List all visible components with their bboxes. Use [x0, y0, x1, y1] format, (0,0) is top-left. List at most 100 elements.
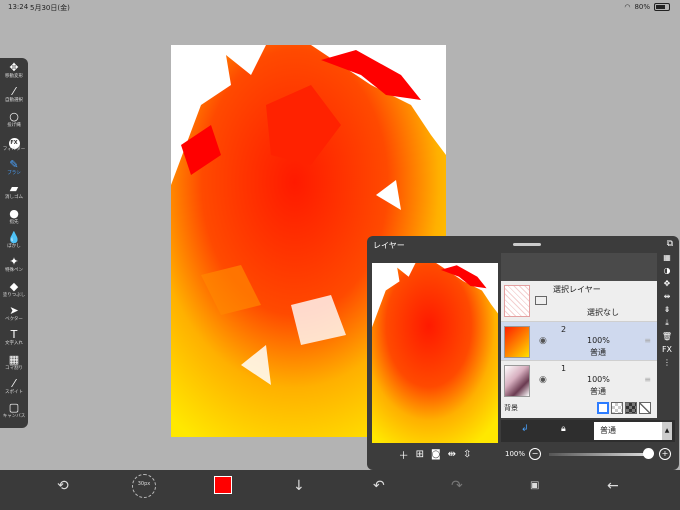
battery-icon: [654, 3, 670, 11]
selection-rect-icon: [535, 296, 547, 305]
move-icon: ✥: [9, 61, 19, 74]
tool-label: コマ割り: [5, 365, 23, 371]
add-layer-copy-icon[interactable]: ⊞: [416, 449, 424, 460]
bg-none-swatch[interactable]: [639, 402, 651, 414]
layer-list-header: [501, 253, 657, 281]
selection-layer-row[interactable]: 選択レイヤー 選択なし: [501, 281, 657, 322]
brush-size-label: 30px: [137, 481, 151, 487]
primary-color-swatch[interactable]: [214, 476, 232, 494]
layer-side-tools: ▦ ◑ ✥ ⇹ ⇟ ⤓ 🗑 FX ⋮: [659, 253, 675, 418]
add-layer-icon[interactable]: ＋: [399, 447, 409, 462]
flip-horizontal-icon[interactable]: ⇹: [448, 449, 456, 460]
layer-mode-row: ↲ 🔒︎ 普通 ▲: [501, 420, 675, 442]
flip-layer-icon[interactable]: ⇹: [664, 292, 671, 301]
layer-2-thumbnail: [504, 326, 530, 358]
background-label: 背景: [504, 404, 518, 412]
battery-percent: 80%: [634, 3, 650, 11]
panel-drag-handle[interactable]: [513, 243, 541, 246]
tool-fx-filter[interactable]: FX フィルター: [0, 135, 28, 159]
layer-panel: レイヤー ⧉ ＋ ⊞ ◙ ⇹ ⇳ 選択レイヤー 選択なし ◉ 2 100% 普通…: [367, 236, 679, 470]
layer-opacity: 100%: [587, 336, 610, 345]
selection-layer-title: 選択レイヤー: [553, 285, 601, 294]
tool-vector[interactable]: ➤ ベクター: [0, 303, 28, 329]
tool-lasso[interactable]: ○ 投げ縄: [0, 110, 28, 135]
bg-checker-swatch[interactable]: [611, 402, 623, 414]
tool-brush[interactable]: ✎ ブラシ: [0, 159, 28, 183]
trash-icon[interactable]: 🗑: [662, 332, 672, 341]
flip-vertical-icon[interactable]: ⇳: [463, 449, 471, 460]
bg-dark-checker-swatch[interactable]: [625, 402, 637, 414]
opacity-slider[interactable]: [549, 453, 649, 456]
layer-number: 2: [561, 325, 567, 334]
back-arrow-icon[interactable]: ←: [607, 478, 619, 494]
tool-magic-wand[interactable]: ⁄ 自動選択: [0, 86, 28, 110]
camera-icon[interactable]: ◙: [431, 449, 441, 460]
opacity-plus-button[interactable]: +: [659, 448, 671, 460]
clip-mask-icon[interactable]: ◑: [664, 266, 671, 275]
merge-down-icon[interactable]: ⇟: [664, 305, 671, 314]
arrow-down-icon[interactable]: ↓: [293, 478, 305, 494]
visibility-eye-icon[interactable]: ◉: [539, 336, 547, 346]
tool-blur-drop[interactable]: 💧 ぼかし: [0, 232, 28, 256]
blend-mode-value: 普通: [600, 426, 616, 435]
vector-icon: ➤: [9, 303, 19, 317]
opacity-minus-button[interactable]: −: [529, 448, 541, 460]
tool-special-pen[interactable]: ✦ 特殊ペン: [0, 256, 28, 280]
tool-label: 移動変形: [5, 74, 23, 79]
layer-panel-title: レイヤー: [373, 241, 405, 250]
tool-eyedropper[interactable]: ⁄ スポイト: [0, 376, 28, 402]
tool-label: ブラシ: [7, 171, 21, 177]
layer-preview: [372, 263, 498, 443]
eraser-icon: ▰: [9, 182, 19, 196]
tool-label: キャンバス: [2, 414, 26, 420]
tool-bucket-fill[interactable]: ◆ 塗りつぶし: [0, 280, 28, 305]
move-layer-icon[interactable]: ✥: [664, 279, 671, 288]
expand-panel-icon[interactable]: ⧉: [667, 239, 673, 249]
tool-label: 文字入れ: [5, 341, 23, 347]
tool-label: フィルター: [2, 146, 26, 152]
layer-row-1[interactable]: ◉ 1 100% 普通 ≡: [501, 361, 657, 400]
undo-icon[interactable]: ↶: [373, 478, 385, 494]
canvas-icon: ▢: [8, 401, 20, 415]
smudge-icon: ●: [9, 206, 19, 220]
drag-handle-icon[interactable]: ≡: [644, 375, 651, 384]
selection-layer-thumbnail: [504, 285, 530, 317]
frame-divider-icon: ▦: [8, 352, 20, 366]
status-right: ◠ 80%: [624, 3, 670, 11]
tool-eraser[interactable]: ▰ 消しゴム: [0, 183, 28, 207]
checker-icon[interactable]: ▦: [663, 253, 671, 262]
background-row: 背景: [501, 398, 657, 418]
tool-canvas[interactable]: ▢ キャンバス: [0, 402, 28, 426]
tool-label: 消しゴム: [5, 195, 23, 201]
layers-count-icon[interactable]: ▣: [530, 480, 539, 491]
tool-palette: ✥ 移動変形 ⁄ 自動選択 ○ 投げ縄 FX フィルター ✎ ブラシ ▰ 消しゴム ● 指先 💧 ぼかし ✦ 特殊…: [0, 58, 28, 428]
eyedropper-icon: ⁄: [13, 376, 15, 390]
transform-tool-icon[interactable]: ⟲: [57, 478, 69, 494]
blend-mode-select[interactable]: 普通 ▲: [594, 422, 672, 440]
download-icon[interactable]: ⤓: [665, 318, 669, 328]
blur-drop-icon: 💧: [7, 231, 21, 245]
magic-wand-icon: ⁄: [13, 85, 15, 99]
clipping-arrow-icon[interactable]: ↲: [521, 424, 529, 434]
tool-frame-divider[interactable]: ▦ コマ割り: [0, 352, 28, 378]
visibility-eye-icon[interactable]: ◉: [539, 375, 547, 385]
bg-white-swatch[interactable]: [597, 402, 609, 414]
brush-size-indicator[interactable]: 30px: [132, 474, 156, 502]
lock-icon[interactable]: 🔒︎: [561, 424, 566, 434]
chevron-up-icon: ▲: [662, 422, 672, 440]
tool-smudge[interactable]: ● 指先: [0, 206, 28, 232]
opacity-value: 100%: [505, 450, 526, 458]
opacity-slider-knob[interactable]: [643, 448, 654, 459]
layer-row-2[interactable]: ◉ 2 100% 普通 ≡: [501, 322, 657, 361]
tool-label: スポイト: [5, 389, 23, 395]
brush-size-circle: 30px: [132, 474, 156, 498]
drag-handle-icon[interactable]: ≡: [644, 336, 651, 345]
text-icon: T: [10, 328, 18, 342]
tool-label: 指先: [9, 219, 19, 225]
redo-icon[interactable]: ↷: [451, 478, 463, 494]
fx-icon[interactable]: FX: [662, 345, 672, 354]
tool-text[interactable]: T 文字入れ: [0, 329, 28, 353]
status-bar: 13:24 5月30日(金) ◠ 80%: [0, 0, 680, 14]
tool-move[interactable]: ✥ 移動変形: [0, 62, 28, 86]
more-options-icon[interactable]: ⋮: [663, 358, 671, 367]
